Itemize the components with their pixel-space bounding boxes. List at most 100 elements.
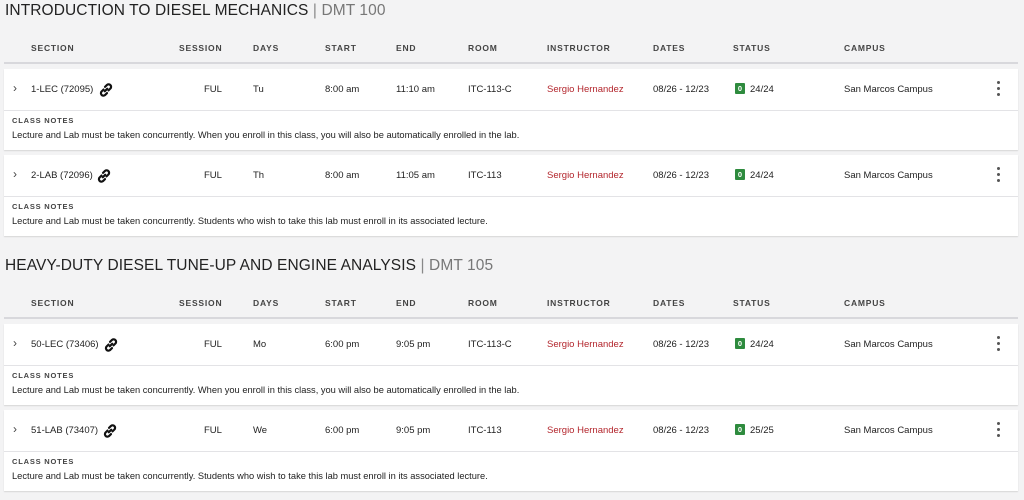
class-notes-label: CLASS NOTES xyxy=(12,202,75,211)
header-campus: CAMPUS xyxy=(844,298,886,308)
header-campus: CAMPUS xyxy=(844,43,886,53)
header-end: END xyxy=(396,298,417,308)
start-time: 6:00 pm xyxy=(325,425,360,436)
header-instructor: INSTRUCTOR xyxy=(547,43,611,53)
table-header: SECTION SESSION DAYS START END ROOM INST… xyxy=(4,289,1018,319)
header-status: STATUS xyxy=(733,298,771,308)
room: ITC-113-C xyxy=(468,339,512,350)
header-dates: DATES xyxy=(653,298,686,308)
start-time: 8:00 am xyxy=(325,170,360,181)
days: We xyxy=(253,425,268,436)
course-name: HEAVY-DUTY DIESEL TUNE-UP AND ENGINE ANA… xyxy=(5,257,417,274)
header-dates: DATES xyxy=(653,43,686,53)
session: FUL xyxy=(204,339,222,350)
course-name: INTRODUCTION TO DIESEL MECHANICS xyxy=(5,2,309,19)
class-notes-label: CLASS NOTES xyxy=(12,457,75,466)
header-end: END xyxy=(396,43,417,53)
status-badge: 0 xyxy=(735,424,745,435)
instructor-link[interactable]: Sergio Hernandez xyxy=(547,425,624,436)
instructor-link[interactable]: Sergio Hernandez xyxy=(547,170,624,181)
header-section: SECTION xyxy=(31,298,75,308)
dates: 08/26 - 12/23 xyxy=(653,339,709,350)
start-time: 8:00 am xyxy=(325,84,360,95)
header-instructor: INSTRUCTOR xyxy=(547,298,611,308)
room: ITC-113-C xyxy=(468,84,512,95)
class-notes-text: Lecture and Lab must be taken concurrent… xyxy=(12,471,488,481)
status-count: 25/25 xyxy=(750,425,774,436)
chevron-right-icon[interactable]: › xyxy=(13,167,23,181)
link-icon[interactable] xyxy=(94,166,114,186)
session: FUL xyxy=(204,84,222,95)
course-code: DMT 105 xyxy=(429,257,494,274)
days: Mo xyxy=(253,339,267,350)
end-time: 9:05 pm xyxy=(396,425,431,436)
header-room: ROOM xyxy=(468,298,498,308)
status-count: 24/24 xyxy=(750,84,774,95)
header-start: START xyxy=(325,298,357,308)
section-row[interactable]: › 50-LEC (73406) FUL Mo 6:00 pm 9:05 pm … xyxy=(4,324,1018,366)
course-title: HEAVY-DUTY DIESEL TUNE-UP AND ENGINE ANA… xyxy=(5,257,493,275)
link-icon[interactable] xyxy=(100,421,120,441)
chevron-right-icon[interactable]: › xyxy=(13,336,23,350)
dates: 08/26 - 12/23 xyxy=(653,170,709,181)
status-badge: 0 xyxy=(735,169,745,180)
end-time: 11:10 am xyxy=(396,84,435,95)
section-card: › 1-LEC (72095) FUL Tu 8:00 am 11:10 am … xyxy=(4,69,1018,150)
course-title: INTRODUCTION TO DIESEL MECHANICS | DMT 1… xyxy=(5,2,386,20)
section-row[interactable]: › 51-LAB (73407) FUL We 6:00 pm 9:05 pm … xyxy=(4,410,1018,452)
section-id: 1-LEC (72095) xyxy=(31,84,94,95)
days: Th xyxy=(253,170,265,181)
section-id: 50-LEC (73406) xyxy=(31,339,99,350)
course-code: DMT 100 xyxy=(321,2,386,19)
dates: 08/26 - 12/23 xyxy=(653,425,709,436)
campus: San Marcos Campus xyxy=(844,339,933,350)
section-card: › 51-LAB (73407) FUL We 6:00 pm 9:05 pm … xyxy=(4,410,1018,491)
instructor-link[interactable]: Sergio Hernandez xyxy=(547,339,624,350)
class-notes-text: Lecture and Lab must be taken concurrent… xyxy=(12,385,520,395)
kebab-menu-icon[interactable] xyxy=(994,422,1002,440)
course-separator: | xyxy=(308,2,322,19)
chevron-right-icon[interactable]: › xyxy=(13,81,23,95)
campus: San Marcos Campus xyxy=(844,84,933,95)
campus: San Marcos Campus xyxy=(844,170,933,181)
header-start: START xyxy=(325,43,357,53)
status-badge: 0 xyxy=(735,83,745,94)
chevron-right-icon[interactable]: › xyxy=(13,422,23,436)
section-row[interactable]: › 1-LEC (72095) FUL Tu 8:00 am 11:10 am … xyxy=(4,69,1018,111)
end-time: 11:05 am xyxy=(396,170,435,181)
section-card: › 2-LAB (72096) FUL Th 8:00 am 11:05 am … xyxy=(4,155,1018,236)
class-notes-text: Lecture and Lab must be taken concurrent… xyxy=(12,216,488,226)
link-icon[interactable] xyxy=(101,335,121,355)
header-section: SECTION xyxy=(31,43,75,53)
instructor-link[interactable]: Sergio Hernandez xyxy=(547,84,624,95)
class-notes-text: Lecture and Lab must be taken concurrent… xyxy=(12,130,520,140)
campus: San Marcos Campus xyxy=(844,425,933,436)
header-session: SESSION xyxy=(179,43,223,53)
dates: 08/26 - 12/23 xyxy=(653,84,709,95)
section-id: 51-LAB (73407) xyxy=(31,425,99,436)
header-days: DAYS xyxy=(253,43,280,53)
session: FUL xyxy=(204,425,222,436)
header-session: SESSION xyxy=(179,298,223,308)
kebab-menu-icon[interactable] xyxy=(994,336,1002,354)
status-count: 24/24 xyxy=(750,170,774,181)
section-card: › 50-LEC (73406) FUL Mo 6:00 pm 9:05 pm … xyxy=(4,324,1018,405)
link-icon[interactable] xyxy=(96,80,116,100)
days: Tu xyxy=(253,84,264,95)
header-status: STATUS xyxy=(733,43,771,53)
section-row[interactable]: › 2-LAB (72096) FUL Th 8:00 am 11:05 am … xyxy=(4,155,1018,197)
kebab-menu-icon[interactable] xyxy=(994,167,1002,185)
course-separator: | xyxy=(416,257,430,274)
room: ITC-113 xyxy=(468,425,502,436)
status-badge: 0 xyxy=(735,338,745,349)
session: FUL xyxy=(204,170,222,181)
table-header: SECTION SESSION DAYS START END ROOM INST… xyxy=(4,34,1018,64)
end-time: 9:05 pm xyxy=(396,339,431,350)
header-days: DAYS xyxy=(253,298,280,308)
header-room: ROOM xyxy=(468,43,498,53)
kebab-menu-icon[interactable] xyxy=(994,81,1002,99)
class-notes-label: CLASS NOTES xyxy=(12,116,75,125)
class-notes-label: CLASS NOTES xyxy=(12,371,75,380)
status-count: 24/24 xyxy=(750,339,774,350)
section-id: 2-LAB (72096) xyxy=(31,170,93,181)
